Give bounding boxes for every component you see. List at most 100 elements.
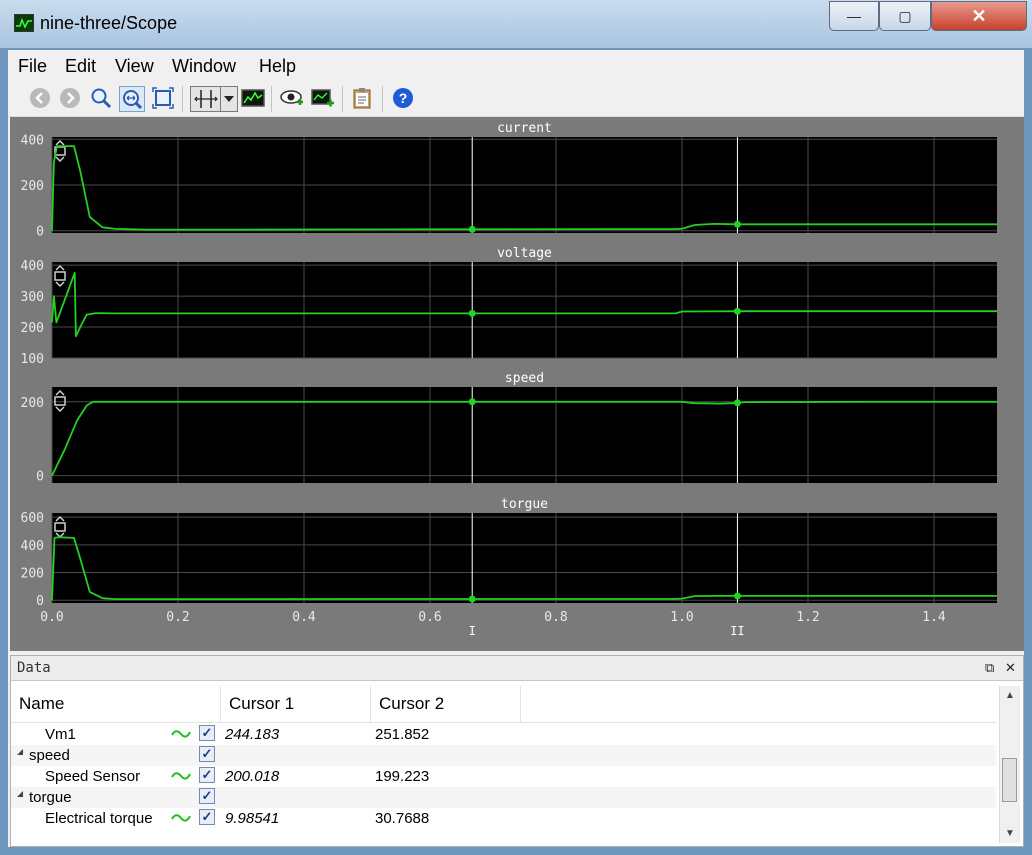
cursor-marker <box>733 399 741 407</box>
y-tick-label: 400 <box>21 133 44 148</box>
menu-bar: File Edit View Window Help <box>8 50 1024 82</box>
back-icon[interactable] <box>28 86 52 110</box>
y-tick-label: 600 <box>21 511 44 526</box>
data-table-header: Name Cursor 1 Cursor 2 <box>11 686 996 723</box>
toolbar-separator <box>342 86 343 112</box>
cursor-marker <box>468 225 476 233</box>
menu-window[interactable]: Window <box>172 56 236 77</box>
zoom-x-icon[interactable] <box>119 86 145 112</box>
plot-title: voltage <box>497 246 552 261</box>
minimize-button[interactable]: — <box>829 1 879 31</box>
signal-visible-checkbox[interactable]: ✓ <box>199 767 215 783</box>
signal-visible-checkbox[interactable]: ✓ <box>199 788 215 804</box>
data-panel-header: Data ⧉ ✕ <box>11 656 1023 681</box>
x-tick-label: 0.2 <box>166 610 189 625</box>
group-row[interactable]: torgue ✓ <box>11 787 996 808</box>
plot-area: 0 200 400 current 100 200 300 400 voltage 0 200 spe… <box>10 117 1024 651</box>
clipboard-icon[interactable] <box>351 86 375 110</box>
y-tick-label: 200 <box>21 567 44 582</box>
menu-view[interactable]: View <box>115 56 154 77</box>
y-tick-label: 0 <box>36 594 44 609</box>
y-tick-label: 400 <box>21 539 44 554</box>
menu-help[interactable]: Help <box>259 56 296 77</box>
column-name[interactable]: Name <box>11 686 221 722</box>
cursor-1-value: 9.98541 <box>225 810 280 827</box>
cursor-marker <box>733 220 741 228</box>
signal-visible-checkbox[interactable]: ✓ <box>199 809 215 825</box>
toolbar-separator <box>182 86 183 112</box>
title-bar: nine-three/Scope — ▢ ✕ <box>0 0 1032 48</box>
row-name: Speed Sensor <box>45 768 141 785</box>
signal-wave-icon <box>171 772 191 780</box>
toolbar-separator <box>271 86 272 112</box>
cursor-1-value: 200.018 <box>225 768 280 785</box>
cursor-dropdown-icon[interactable] <box>220 86 238 112</box>
cursor-2-value: 30.7688 <box>375 810 430 827</box>
menu-edit[interactable]: Edit <box>65 56 96 77</box>
cursor-marker <box>468 398 476 406</box>
x-tick-label: 0.8 <box>544 610 567 625</box>
cursor-marker <box>468 309 476 317</box>
expand-caret-icon[interactable] <box>17 791 23 797</box>
scroll-down-icon[interactable]: ▼ <box>1005 828 1015 839</box>
toolbar-separator <box>382 86 383 112</box>
signal-row[interactable]: Speed Sensor ✓ 200.018 199.223 <box>11 766 996 787</box>
row-name: speed <box>29 747 70 764</box>
signal-wave-icon <box>171 814 191 822</box>
data-panel: Data ⧉ ✕ Name Cursor 1 Cursor 2 Vm1 ✓ 244.… <box>10 655 1024 847</box>
toolbar: ? <box>8 82 1024 117</box>
signal-wave-icon <box>171 730 191 738</box>
plot-title: speed <box>505 371 544 386</box>
cursor-marker <box>733 592 741 600</box>
y-tick-label: 100 <box>21 352 44 367</box>
add-plot-icon[interactable] <box>311 86 335 110</box>
plot-title: torgue <box>501 497 548 512</box>
x-tick-label: 0.0 <box>40 610 63 625</box>
cursor-marker <box>468 595 476 603</box>
row-name: Electrical torque <box>45 810 153 827</box>
main-frame: File Edit View Window Help ? 0 200 400 c… <box>8 50 1024 847</box>
signal-visible-checkbox[interactable]: ✓ <box>199 746 215 762</box>
signal-stats-icon[interactable] <box>241 86 265 110</box>
view-signals-icon[interactable] <box>280 86 304 110</box>
close-panel-icon[interactable]: ✕ <box>1005 660 1016 676</box>
column-cursor-1[interactable]: Cursor 1 <box>221 686 371 722</box>
column-cursor-2[interactable]: Cursor 2 <box>371 686 521 722</box>
menu-file[interactable]: File <box>18 56 47 77</box>
y-tick-label: 400 <box>21 259 44 274</box>
cursor-marker <box>733 307 741 315</box>
cursor-1-value: 244.183 <box>225 726 280 743</box>
help-icon[interactable]: ? <box>391 86 415 110</box>
group-row[interactable]: speed ✓ <box>11 745 996 766</box>
scroll-up-icon[interactable]: ▲ <box>1005 690 1015 701</box>
fit-view-icon[interactable] <box>151 86 175 110</box>
vertical-scrollbar[interactable]: ▲ ▼ <box>999 686 1020 843</box>
cursor-label: II <box>730 624 744 638</box>
scroll-thumb[interactable] <box>1002 758 1017 802</box>
x-tick-label: 1.0 <box>670 610 693 625</box>
x-tick-label: 1.4 <box>922 610 946 625</box>
zoom-icon[interactable] <box>89 86 113 110</box>
signal-visible-checkbox[interactable]: ✓ <box>199 725 215 741</box>
close-button[interactable]: ✕ <box>931 1 1027 31</box>
row-name: torgue <box>29 789 72 806</box>
plot-title: current <box>497 121 552 136</box>
window-title: nine-three/Scope <box>40 13 178 33</box>
y-tick-label: 0 <box>36 225 44 240</box>
signal-row[interactable]: Electrical torque ✓ 9.98541 30.7688 <box>11 808 996 829</box>
cursor-measure-icon[interactable] <box>190 86 222 112</box>
row-name: Vm1 <box>45 726 76 743</box>
expand-caret-icon[interactable] <box>17 749 23 755</box>
scope-plots[interactable]: 0 200 400 current 100 200 300 400 voltage 0 200 spe… <box>10 117 1024 651</box>
forward-icon[interactable] <box>58 86 82 110</box>
cursor-2-value: 199.223 <box>375 768 430 785</box>
y-tick-label: 200 <box>21 321 44 336</box>
scope-app-icon <box>14 14 34 32</box>
y-tick-label: 200 <box>21 179 44 194</box>
float-panel-icon[interactable]: ⧉ <box>985 660 994 676</box>
signal-row[interactable]: Vm1 ✓ 244.183 251.852 <box>11 724 996 745</box>
x-tick-label: 0.4 <box>292 610 316 625</box>
y-tick-label: 0 <box>36 470 44 485</box>
plot-voltage-background <box>52 262 997 358</box>
maximize-button[interactable]: ▢ <box>879 1 931 31</box>
